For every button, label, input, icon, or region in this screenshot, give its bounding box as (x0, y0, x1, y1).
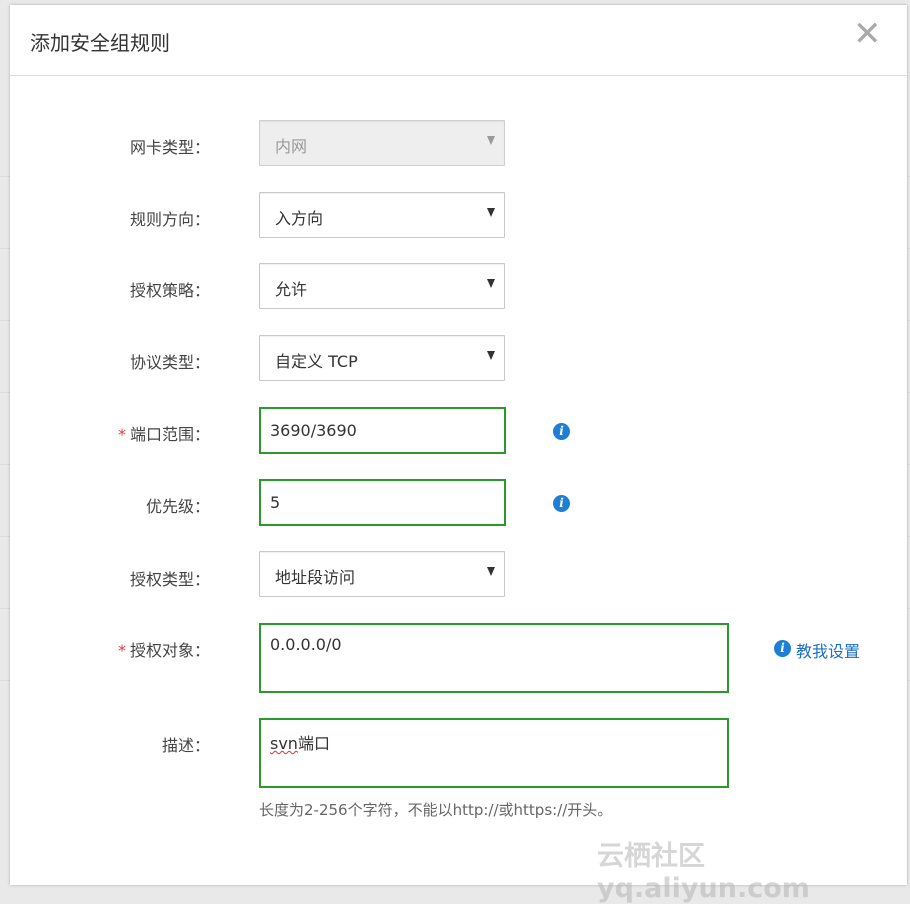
description-textarea[interactable]: svn端口 (259, 718, 729, 788)
chevron-down-icon (487, 136, 495, 145)
required-marker: * (117, 425, 126, 444)
info-icon[interactable]: i (553, 495, 570, 512)
nic-type-value: 内网 (275, 137, 308, 156)
auth-object-value: 0.0.0.0/0 (270, 635, 342, 654)
add-security-group-rule-dialog: 添加安全组规则 ✕ 网卡类型： 内网 规则方向： 入方向 授权策略： 允许 协议… (10, 5, 907, 885)
description-hint: 长度为2-256个字符，不能以http://或https://开头。 (259, 801, 613, 819)
auth-object-label: * 授权对象： (118, 637, 210, 661)
chevron-down-icon (487, 208, 495, 217)
description-value: svn端口 (270, 730, 330, 754)
port-range-value: 3690/3690 (270, 421, 357, 440)
policy-label: 授权策略： (129, 281, 210, 300)
priority-input[interactable]: 5 (259, 479, 506, 526)
port-range-label-text: 端口范围： (129, 425, 210, 444)
nic-type-select: 内网 (259, 120, 505, 166)
chevron-down-icon (487, 351, 495, 360)
priority-value: 5 (270, 493, 281, 512)
description-label: 描述： (161, 736, 210, 755)
direction-select[interactable]: 入方向 (259, 192, 505, 238)
protocol-value: 自定义 TCP (275, 352, 358, 371)
port-range-label: * 端口范围： (118, 421, 210, 445)
auth-object-label-text: 授权对象： (129, 641, 210, 660)
description-value-rest: 端口 (297, 734, 330, 753)
watermark: 云栖社区 yq.aliyun.com (597, 841, 810, 904)
nic-type-label: 网卡类型： (129, 138, 210, 157)
close-icon[interactable]: ✕ (853, 17, 882, 51)
auth-object-textarea[interactable]: 0.0.0.0/0 (259, 623, 729, 693)
direction-value: 入方向 (275, 209, 324, 228)
direction-label: 规则方向： (129, 210, 210, 229)
protocol-label: 协议类型： (129, 353, 210, 372)
auth-type-value: 地址段访问 (275, 568, 356, 587)
policy-select[interactable]: 允许 (259, 263, 505, 309)
spellcheck-word: svn (270, 734, 298, 753)
info-icon: i (774, 640, 791, 657)
chevron-down-icon (487, 279, 495, 288)
dialog-header: 添加安全组规则 ✕ (10, 5, 907, 76)
info-icon[interactable]: i (553, 423, 570, 440)
required-marker: * (117, 641, 126, 660)
dialog-title: 添加安全组规则 (30, 31, 170, 55)
policy-value: 允许 (275, 280, 308, 299)
auth-type-select[interactable]: 地址段访问 (259, 551, 505, 597)
auth-type-label: 授权类型： (129, 570, 210, 589)
protocol-select[interactable]: 自定义 TCP (259, 335, 505, 381)
port-range-input[interactable]: 3690/3690 (259, 407, 506, 454)
priority-label: 优先级： (145, 497, 210, 516)
chevron-down-icon (487, 567, 495, 576)
help-link[interactable]: 教我设置 (796, 638, 860, 662)
